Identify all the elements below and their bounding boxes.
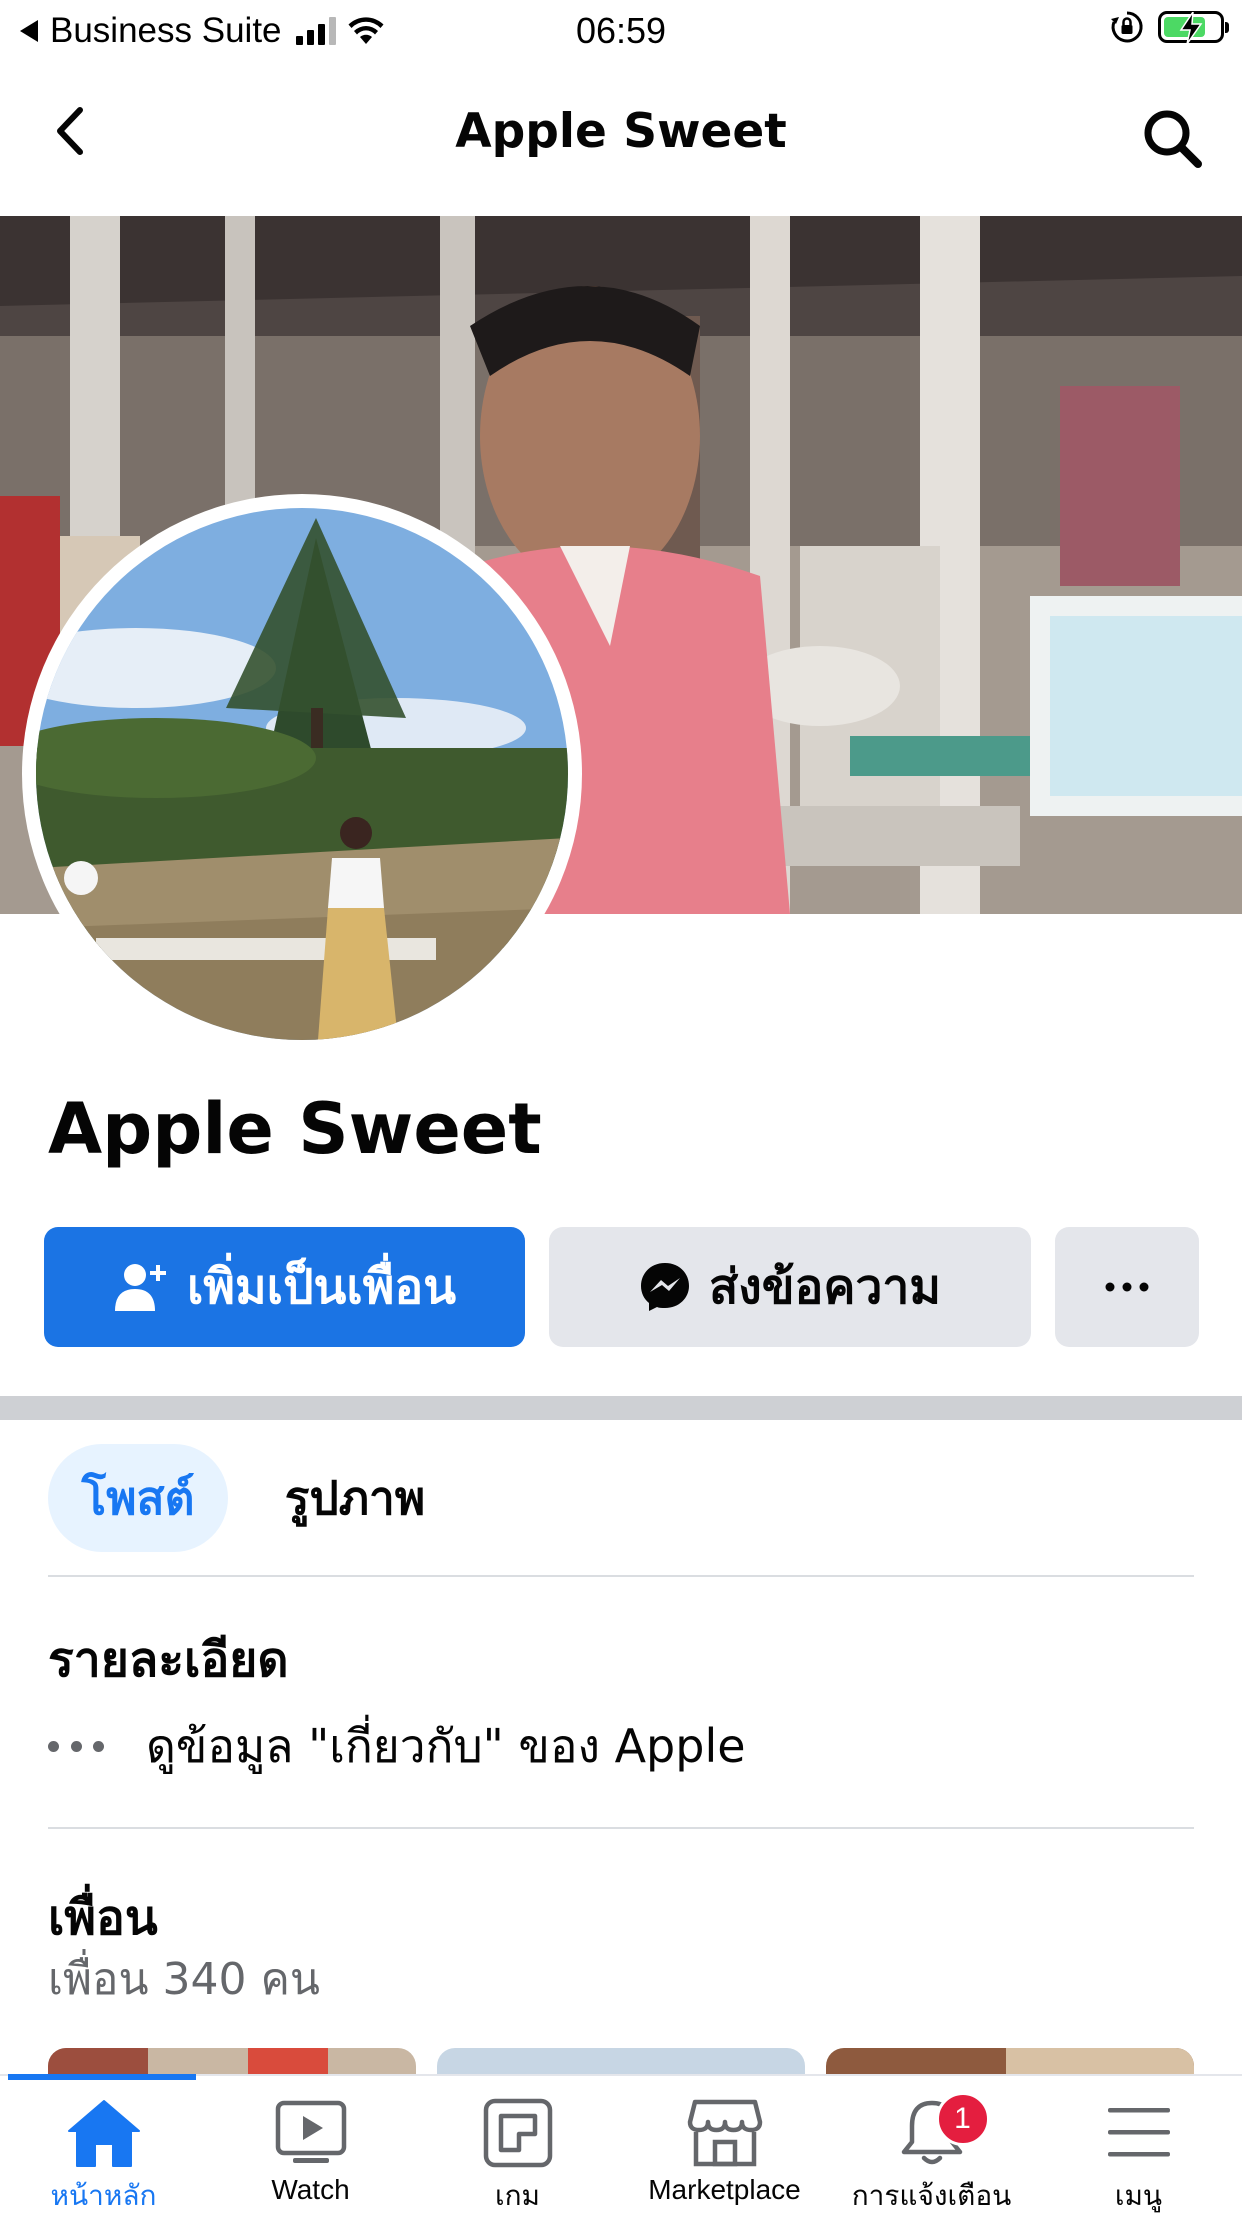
more-icon bbox=[1105, 1282, 1149, 1292]
more-options-button[interactable] bbox=[1055, 1227, 1199, 1347]
tab-posts[interactable]: โพสต์ bbox=[48, 1444, 228, 1552]
tabbar-marketplace[interactable]: Marketplace bbox=[621, 2094, 828, 2206]
orientation-lock-icon bbox=[1111, 11, 1143, 43]
tabbar-home[interactable]: หน้าหลัก bbox=[0, 2094, 207, 2218]
marketplace-icon bbox=[687, 2094, 763, 2172]
status-bar: Business Suite 06:59 bbox=[0, 0, 1242, 62]
profile-name: Apple Sweet bbox=[48, 1088, 542, 1170]
bottom-tab-bar: หน้าหลัก Watch เกม Marketplace 1 การแจ้ง… bbox=[0, 2074, 1242, 2211]
active-tab-indicator bbox=[8, 2074, 196, 2080]
nav-bar: Apple Sweet bbox=[0, 62, 1242, 216]
clock: 06:59 bbox=[575, 10, 667, 51]
bell-icon: 1 bbox=[900, 2092, 990, 2172]
tabbar-label: การแจ้งเตือน bbox=[851, 2180, 1012, 2211]
home-icon bbox=[66, 2094, 142, 2172]
more-dots-icon bbox=[48, 1741, 104, 1752]
details-heading: รายละเอียด bbox=[48, 1632, 289, 1688]
tabbar-label: เมนู bbox=[1114, 2180, 1163, 2211]
messenger-icon bbox=[639, 1261, 691, 1313]
tabbar-watch[interactable]: Watch bbox=[207, 2094, 414, 2206]
tab-photos[interactable]: รูปภาพ bbox=[270, 1444, 440, 1552]
battery-icon bbox=[1158, 11, 1229, 44]
tabbar-label: Watch bbox=[271, 2174, 350, 2205]
divider bbox=[48, 1827, 1194, 1829]
watch-icon bbox=[275, 2094, 347, 2172]
page-title: Apple Sweet bbox=[455, 104, 787, 159]
tabbar-label: หน้าหลัก bbox=[50, 2180, 157, 2211]
section-separator bbox=[0, 1396, 1242, 1420]
friends-count: เพื่อน 340 คน bbox=[48, 1954, 321, 2005]
add-friend-icon bbox=[113, 1261, 169, 1313]
see-about-text: ดูข้อมูล "เกี่ยวกับ" ของ Apple bbox=[146, 1719, 746, 1773]
tabbar-notifications[interactable]: 1 การแจ้งเตือน bbox=[828, 2092, 1035, 2218]
see-about-link[interactable]: ดูข้อมูล "เกี่ยวกับ" ของ Apple bbox=[48, 1710, 746, 1783]
tabbar-label: เกม bbox=[495, 2180, 540, 2211]
tabbar-menu[interactable]: เมนู bbox=[1035, 2094, 1242, 2218]
message-button[interactable]: ส่งข้อความ bbox=[549, 1227, 1031, 1347]
tabbar-gaming[interactable]: เกม bbox=[414, 2094, 621, 2218]
gaming-icon bbox=[483, 2094, 553, 2172]
search-icon[interactable] bbox=[1140, 106, 1204, 170]
menu-icon bbox=[1106, 2094, 1172, 2172]
status-right bbox=[1110, 10, 1229, 44]
profile-avatar[interactable] bbox=[22, 494, 582, 1054]
add-friend-button[interactable]: เพิ่มเป็นเพื่อน bbox=[44, 1227, 525, 1347]
add-friend-label: เพิ่มเป็นเพื่อน bbox=[186, 1259, 457, 1315]
tabbar-label: Marketplace bbox=[648, 2174, 801, 2205]
divider bbox=[48, 1575, 1194, 1577]
notification-badge: 1 bbox=[935, 2092, 990, 2146]
message-label: ส่งข้อความ bbox=[708, 1259, 942, 1315]
